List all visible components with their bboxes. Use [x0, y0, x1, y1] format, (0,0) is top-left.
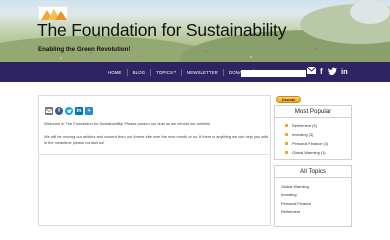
list-item-label: Personal Finance (3)	[292, 141, 329, 146]
nav-item-label: NEWSLETTER	[186, 69, 218, 75]
list-item-label: Investing (3)	[292, 132, 314, 137]
most-popular-list: Retirement (3) Investing (3) Personal Fi…	[275, 118, 351, 157]
bullet-icon	[285, 124, 288, 127]
banner-sky	[350, 0, 390, 24]
facebook-share-icon[interactable]: f	[55, 107, 63, 115]
nav-separator	[222, 68, 224, 76]
bullet-icon	[285, 142, 288, 145]
nav-item-label: TOPICS	[156, 69, 174, 75]
site-title[interactable]: The Foundation for Sustainability	[37, 20, 286, 41]
header-banner: The Foundation for Sustainability Enabli…	[0, 0, 390, 62]
post-paragraph: Welcome to The Foundation for Sustainabi…	[44, 121, 211, 126]
widget-title: All Topics	[275, 166, 351, 178]
share-buttons: f in +	[45, 107, 95, 115]
nav-item-home[interactable]: HOME	[108, 70, 122, 75]
site-tagline: Enabling the Green Revolution!	[38, 46, 131, 53]
linkedin-icon[interactable]: in	[341, 67, 348, 76]
email-share-icon[interactable]	[45, 107, 53, 115]
facebook-icon[interactable]: f	[320, 67, 323, 76]
widget-title: Most Popular	[275, 106, 351, 118]
banner-flower	[250, 56, 252, 58]
banner-flower	[355, 54, 357, 56]
logo-mountains-icon	[41, 9, 67, 20]
linkedin-share-icon[interactable]: in	[75, 107, 83, 115]
content-divider	[38, 154, 271, 155]
list-item[interactable]: Personal Finance	[275, 199, 351, 208]
list-item[interactable]: Investing (3)	[275, 130, 351, 139]
banner-flower	[60, 57, 62, 59]
list-item[interactable]: Investing	[275, 191, 351, 200]
site-logo[interactable]	[38, 6, 68, 20]
twitter-icon[interactable]	[328, 67, 337, 78]
list-item[interactable]: Global Warming (1)	[275, 148, 351, 157]
search-input[interactable]	[241, 70, 306, 77]
banner-flower	[205, 50, 207, 52]
chevron-down-icon: ▾	[174, 70, 176, 74]
list-item[interactable]: Retirement	[275, 208, 351, 217]
list-item[interactable]: Personal Finance (3)	[275, 139, 351, 148]
nav-item-topics[interactable]: TOPICS ▾	[156, 70, 176, 75]
nav-item-label: BLOG	[132, 69, 146, 75]
list-item[interactable]: Retirement (3)	[275, 121, 351, 130]
banner-flower	[140, 55, 142, 57]
nav-separator	[180, 68, 182, 76]
nav-separator	[150, 68, 152, 76]
most-popular-widget: Most Popular Retirement (3) Investing (3…	[274, 105, 352, 160]
bullet-icon	[285, 151, 288, 154]
nav-item-blog[interactable]: BLOG	[133, 70, 146, 75]
add-share-icon[interactable]: +	[85, 107, 93, 115]
bullet-icon	[285, 133, 288, 136]
list-item-label: Retirement (3)	[292, 123, 317, 128]
list-item[interactable]: Global Warming	[275, 182, 351, 191]
mail-icon[interactable]	[306, 66, 317, 76]
list-item-label: Global Warming (1)	[292, 150, 326, 155]
twitter-share-icon[interactable]	[65, 107, 73, 115]
all-topics-list: Global Warming Investing Personal Financ…	[275, 178, 351, 216]
nav-item-newsletter[interactable]: NEWSLETTER	[187, 70, 218, 75]
banner-flower	[315, 48, 317, 50]
donate-button[interactable]: Donate	[276, 96, 301, 103]
post-paragraph: We will be moving our articles and conte…	[44, 134, 269, 145]
all-topics-widget: All Topics Global Warming Investing Pers…	[274, 165, 352, 227]
nav-item-label: HOME	[108, 69, 122, 75]
nav-separator	[126, 68, 128, 76]
